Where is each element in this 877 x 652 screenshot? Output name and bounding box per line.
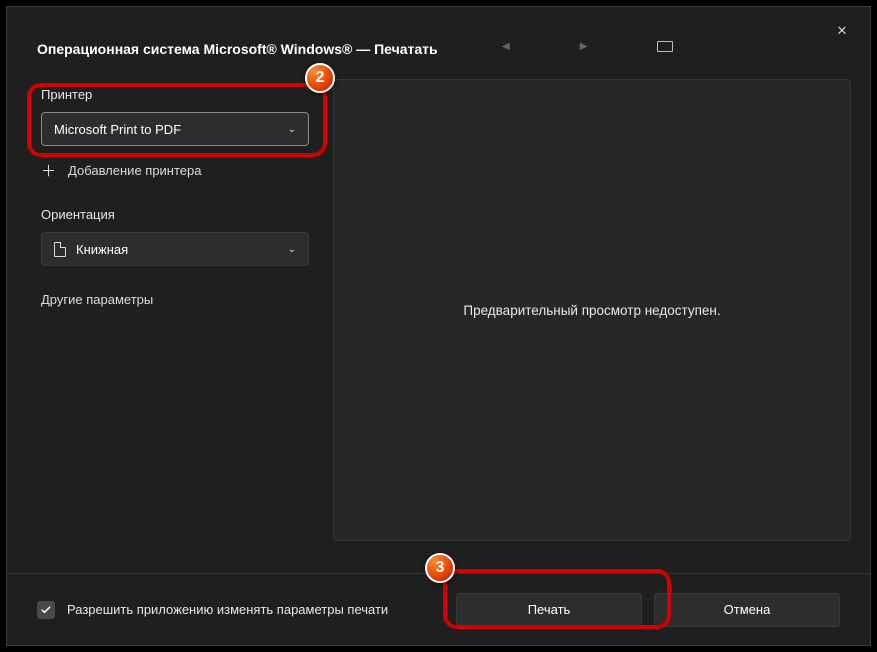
dialog-title: Операционная система Microsoft® Windows®… bbox=[37, 41, 438, 57]
annotation-badge-2: 2 bbox=[305, 63, 335, 93]
page-icon bbox=[54, 242, 66, 257]
footer-buttons: Печать Отмена bbox=[456, 593, 840, 627]
orientation-value: Книжная bbox=[76, 242, 128, 257]
add-printer-link[interactable]: ＋ Добавление принтера bbox=[41, 160, 321, 181]
print-dialog: ✕ Операционная система Microsoft® Window… bbox=[6, 6, 871, 646]
fit-page-button[interactable] bbox=[657, 41, 673, 52]
annotation-badge-3: 3 bbox=[425, 553, 455, 583]
print-button[interactable]: Печать bbox=[456, 593, 642, 627]
check-icon bbox=[40, 604, 52, 616]
add-printer-label: Добавление принтера bbox=[68, 163, 201, 178]
orientation-label: Ориентация bbox=[41, 207, 321, 222]
cancel-button[interactable]: Отмена bbox=[654, 593, 840, 627]
preview-unavailable-text: Предварительный просмотр недоступен. bbox=[463, 303, 720, 318]
preview-pane: Предварительный просмотр недоступен. bbox=[333, 79, 851, 541]
printer-label: Принтер bbox=[41, 87, 321, 102]
printer-value: Microsoft Print to PDF bbox=[54, 122, 181, 137]
chevron-down-icon: ⌄ bbox=[288, 124, 296, 135]
allow-change-label: Разрешить приложению изменять параметры … bbox=[67, 602, 388, 617]
chevron-down-icon: ⌄ bbox=[288, 244, 296, 255]
plus-icon: ＋ bbox=[41, 160, 56, 181]
preview-nav: ◀ ▶ bbox=[502, 41, 673, 52]
more-settings-link[interactable]: Другие параметры bbox=[41, 292, 321, 307]
orientation-select[interactable]: Книжная ⌄ bbox=[41, 232, 309, 266]
prev-page-button[interactable]: ◀ bbox=[502, 41, 510, 52]
next-page-button[interactable]: ▶ bbox=[580, 41, 588, 52]
allow-change-checkbox[interactable] bbox=[37, 601, 55, 619]
printer-select[interactable]: Microsoft Print to PDF ⌄ bbox=[41, 112, 309, 146]
close-button[interactable]: ✕ bbox=[832, 21, 852, 41]
sidebar: Принтер Microsoft Print to PDF ⌄ ＋ Добав… bbox=[31, 87, 321, 307]
orientation-section: Ориентация Книжная ⌄ bbox=[31, 207, 321, 266]
dialog-footer: Разрешить приложению изменять параметры … bbox=[7, 573, 870, 645]
